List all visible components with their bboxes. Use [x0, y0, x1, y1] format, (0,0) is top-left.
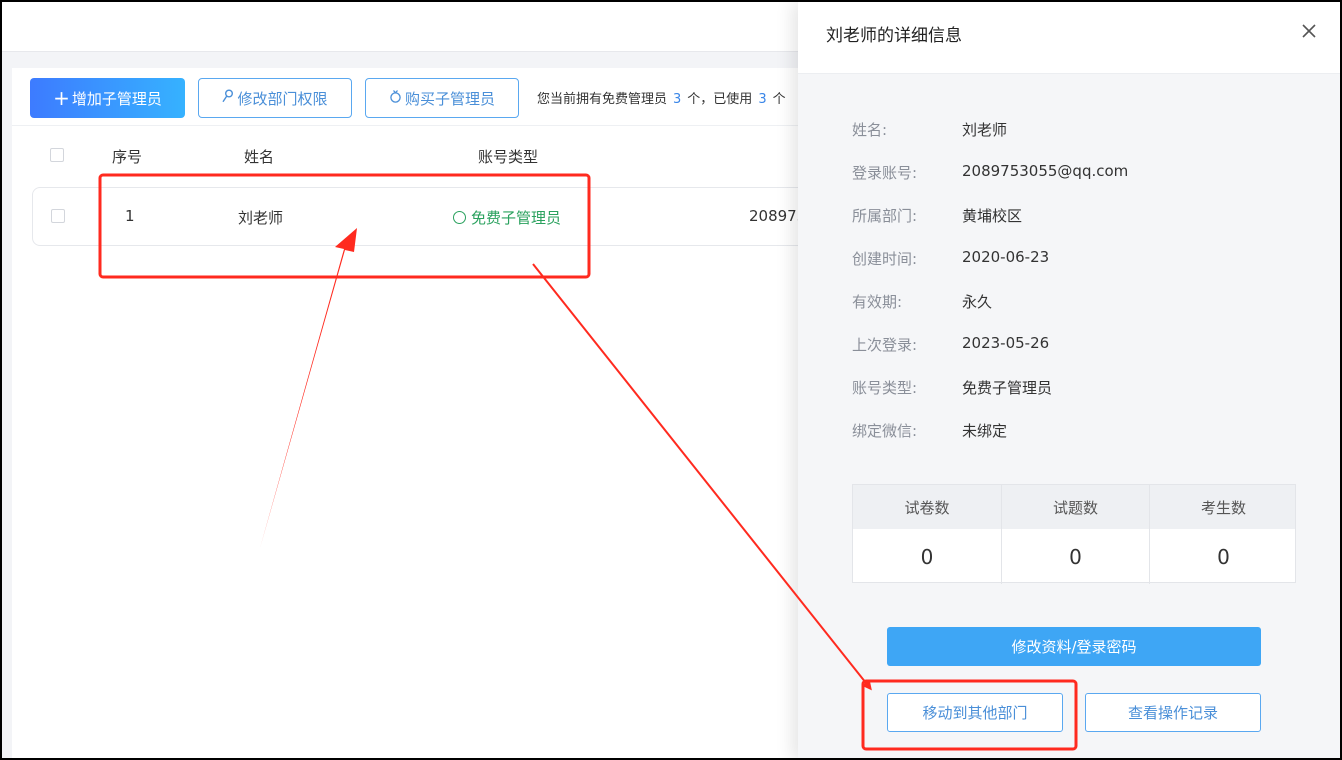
info-value: 免费子管理员 — [962, 379, 1053, 397]
header-name: 姓名 — [244, 148, 275, 166]
stat-questions: 试题数 0 — [1001, 485, 1149, 584]
info-label: 登录账号: — [852, 164, 918, 182]
info-label: 姓名: — [852, 121, 888, 139]
buy-sub-admin-button[interactable]: 购买子管理员 — [365, 78, 519, 118]
info-value: 黄埔校区 — [962, 207, 1023, 225]
info-label: 有效期: — [852, 293, 903, 311]
plus-icon: + — [53, 86, 70, 110]
quota-prefix: 您当前拥有免费管理员 — [537, 92, 668, 107]
info-label: 所属部门: — [852, 207, 918, 225]
row-checkbox[interactable] — [51, 209, 65, 223]
row-type-label: 免费子管理员 — [471, 209, 562, 227]
quota-mid: 个，已使用 — [687, 92, 753, 107]
stat-value: 0 — [1217, 545, 1230, 569]
stat-papers: 试卷数 0 — [853, 485, 1001, 584]
stat-label: 试题数 — [1052, 499, 1098, 517]
info-label: 绑定微信: — [852, 422, 918, 440]
info-value: 2020-06-23 — [962, 248, 1050, 266]
drawer-header: 刘老师的详细信息 — [798, 2, 1340, 74]
stats-table: 试卷数 0 试题数 0 考生数 0 — [852, 484, 1297, 584]
info-value: 刘老师 — [962, 121, 1008, 139]
row-type: 免费子管理员 — [453, 207, 561, 228]
edit-profile-button[interactable]: 修改资料/登录密码 — [887, 627, 1261, 666]
stat-label: 考生数 — [1200, 499, 1246, 517]
detail-drawer: 刘老师的详细信息 姓名: 刘老师 登录账号: 2089753055@qq.com… — [798, 2, 1340, 758]
header-type: 账号类型 — [478, 148, 539, 166]
edit-dept-permission-label: 修改部门权限 — [237, 89, 328, 108]
stat-examinees: 考生数 0 — [1149, 485, 1297, 584]
circle-icon — [453, 211, 466, 224]
info-value: 2089753055@qq.com — [962, 162, 1129, 180]
drawer-title: 刘老师的详细信息 — [826, 26, 962, 46]
move-department-button[interactable]: 移动到其他部门 — [887, 693, 1063, 732]
header-index: 序号 — [112, 148, 143, 166]
key-icon — [222, 89, 234, 107]
quota-used: 3 — [758, 92, 767, 107]
info-label: 账号类型: — [852, 379, 918, 397]
quota-text: 您当前拥有免费管理员 3 个，已使用 3 个 — [537, 88, 786, 107]
row-name: 刘老师 — [238, 209, 284, 227]
edit-dept-permission-button[interactable]: 修改部门权限 — [198, 78, 352, 118]
info-label: 创建时间: — [852, 250, 918, 268]
select-all-checkbox[interactable] — [50, 148, 64, 162]
quota-total: 3 — [673, 92, 682, 107]
stat-label: 试卷数 — [904, 499, 950, 517]
view-log-button[interactable]: 查看操作记录 — [1085, 693, 1261, 732]
close-icon[interactable] — [1298, 20, 1320, 42]
add-sub-admin-label: 增加子管理员 — [71, 89, 162, 108]
quota-suffix: 个 — [772, 92, 786, 107]
info-value: 永久 — [962, 293, 993, 311]
info-label: 上次登录: — [852, 336, 918, 354]
money-bag-icon — [389, 89, 402, 107]
add-sub-admin-button[interactable]: + 增加子管理员 — [30, 78, 185, 118]
row-index: 1 — [125, 207, 135, 225]
app-window: + 增加子管理员 修改部门权限 购买子管理员 您当前拥有免费管理员 3 个，已使用 3… — [0, 0, 1342, 760]
stat-value: 0 — [920, 545, 934, 569]
info-value: 2023-05-26 — [962, 334, 1050, 352]
stat-value: 0 — [1069, 545, 1082, 569]
info-value: 未绑定 — [962, 422, 1008, 440]
buy-sub-admin-label: 购买子管理员 — [404, 89, 495, 108]
